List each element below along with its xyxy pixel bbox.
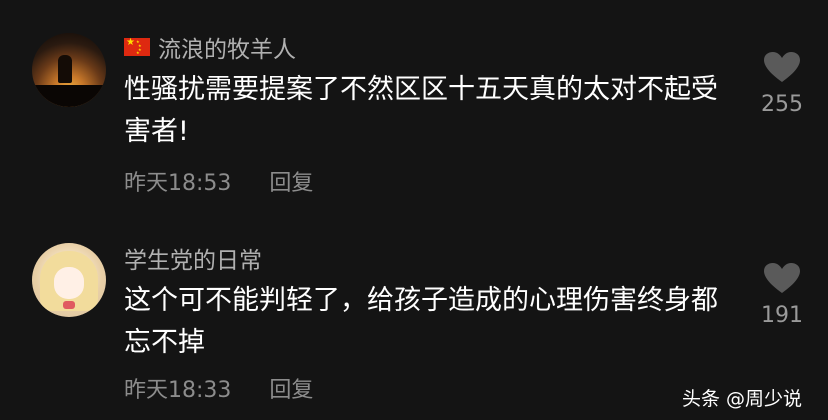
user-avatar[interactable] [32,33,106,107]
comment-text: 这个可不能判轻了，给孩子造成的心理伤害终身都忘不掉 [124,285,718,358]
avatar-silhouette [58,55,72,83]
user-avatar[interactable] [32,243,106,317]
avatar-ground [32,85,106,107]
comment-timestamp: 昨天18:53 [124,171,232,196]
username-row: ★ ★ ★ ★ ★ 流浪的牧羊人 [124,30,296,64]
avatar-ribbon [63,301,75,309]
like-button[interactable]: 191 [752,263,812,328]
heart-icon [764,52,800,82]
like-button[interactable]: 255 [752,52,812,117]
comment-timestamp: 昨天18:33 [124,378,232,403]
reply-button[interactable]: 回复 [269,165,313,197]
username[interactable]: 流浪的牧羊人 [158,30,296,64]
heart-icon [764,263,800,293]
like-count: 191 [761,303,803,328]
username-row: 学生党的日常 [124,241,262,275]
china-flag-icon: ★ ★ ★ ★ ★ [124,38,150,56]
comment-meta: 昨天18:33 回复 [124,372,313,404]
reply-button[interactable]: 回复 [269,372,313,404]
comment-text: 性骚扰需要提案了不然区区十五天真的太对不起受害者! [124,74,718,147]
like-count: 255 [761,92,803,117]
avatar-face [54,267,84,299]
watermark: 头条 @周少说 [682,388,803,410]
username[interactable]: 学生党的日常 [124,241,262,275]
comment-item: ★ ★ ★ ★ ★ 流浪的牧羊人 性骚扰需要提案了不然区区十五天真的太对不起受害… [0,0,828,210]
comment-meta: 昨天18:53 回复 [124,165,313,197]
